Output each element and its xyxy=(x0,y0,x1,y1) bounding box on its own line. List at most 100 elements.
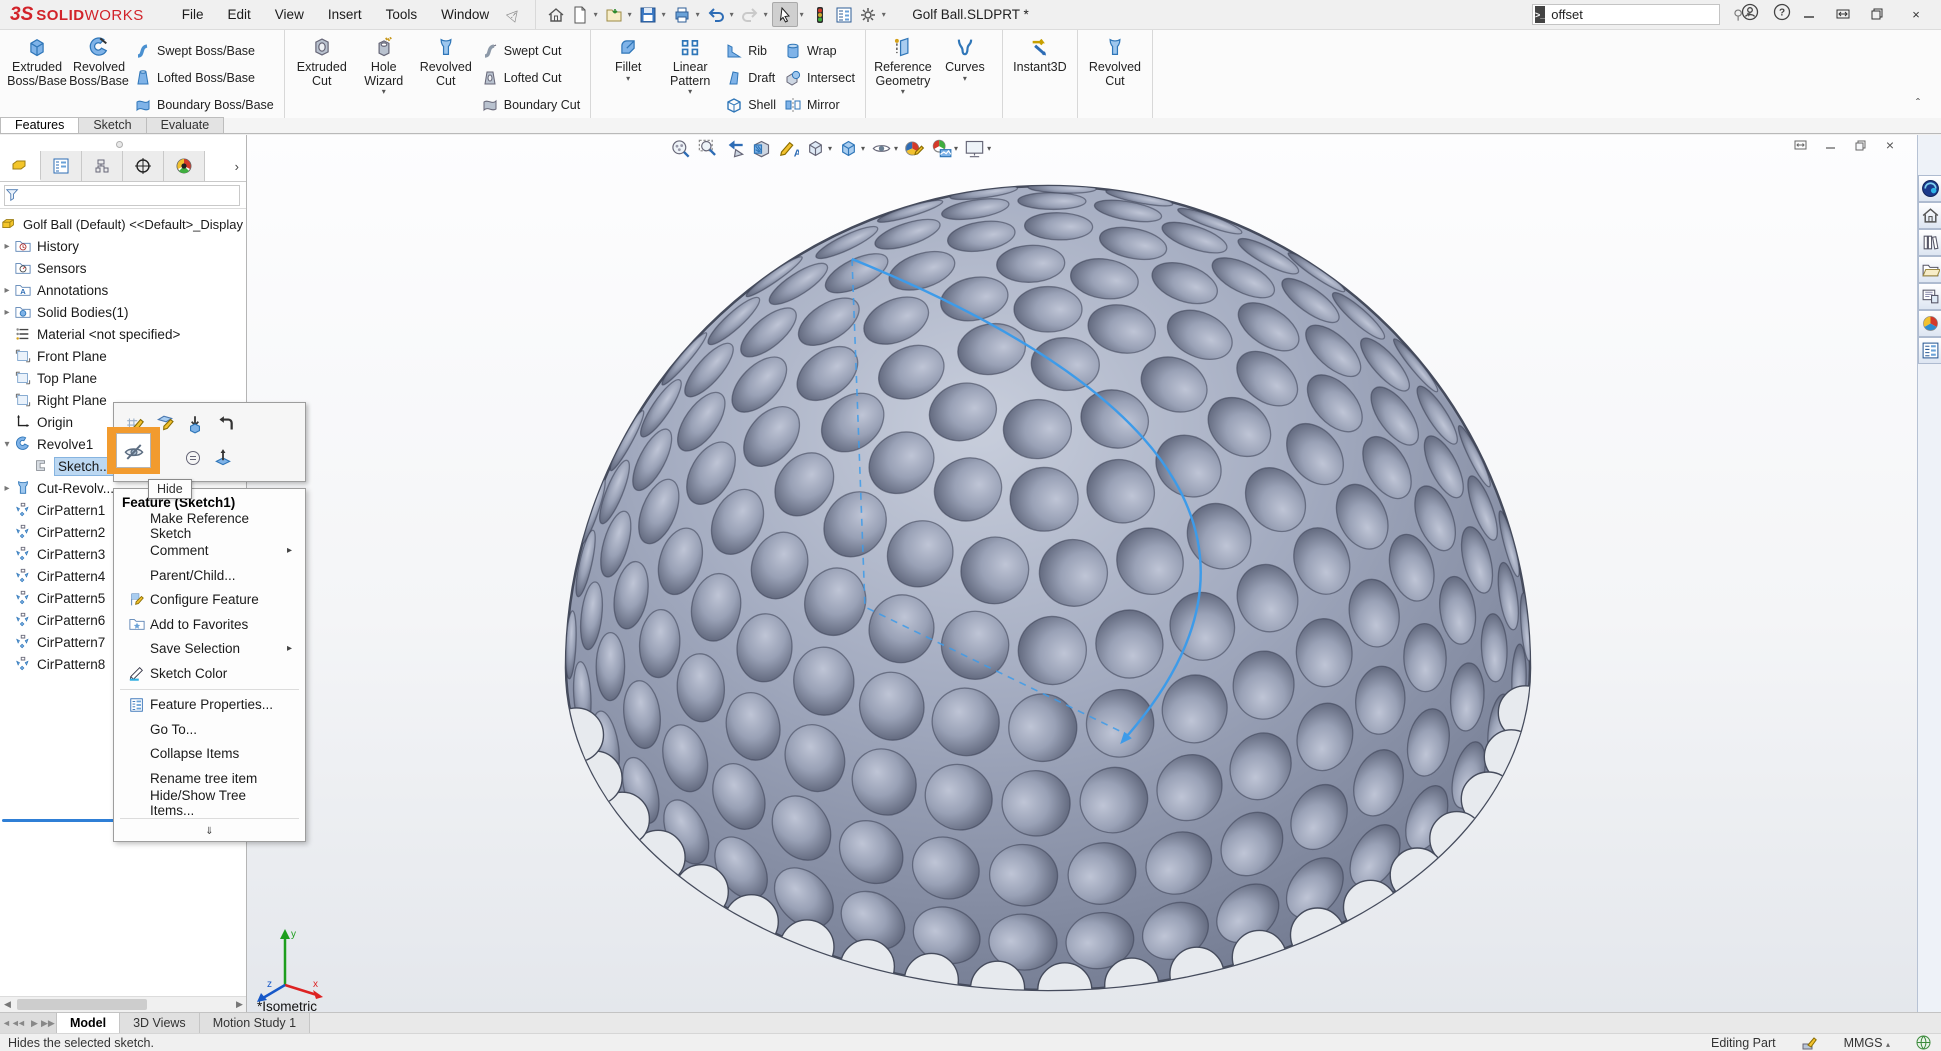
ribbon-revolved-cut-button[interactable]: Revolved Cut xyxy=(1084,33,1146,88)
redo-caret-icon[interactable]: ▾ xyxy=(764,10,768,19)
options-list-icon[interactable] xyxy=(832,2,856,27)
ribbon-linear-pattern-button[interactable]: Linear Pattern▾ xyxy=(659,33,721,98)
menu-item-sketch-color[interactable]: Sketch Color xyxy=(114,661,305,686)
ribbon-shell-button[interactable]: Shell xyxy=(721,91,780,118)
scrollbar-thumb[interactable] xyxy=(17,999,147,1010)
save-icon[interactable] xyxy=(636,2,660,27)
ribbon-rib-button[interactable]: Rib xyxy=(721,37,780,64)
comment-bubble-button[interactable] xyxy=(178,443,208,473)
hide-show-items-button[interactable]: ▾ xyxy=(868,137,901,160)
doc-tab-motion-study-1[interactable]: Motion Study 1 xyxy=(200,1013,310,1033)
save-caret-icon[interactable]: ▾ xyxy=(662,10,666,19)
select-cursor-icon[interactable] xyxy=(772,2,798,27)
design-library-button[interactable] xyxy=(1918,229,1941,256)
expander-icon[interactable]: ▸ xyxy=(0,241,14,252)
ribbon-boundary-cut-button[interactable]: Boundary Cut xyxy=(477,91,584,118)
file-explorer-button[interactable] xyxy=(1918,256,1941,283)
zoom-area-button[interactable] xyxy=(694,137,721,160)
redo-icon[interactable] xyxy=(738,2,762,27)
fm-display-tab[interactable] xyxy=(164,151,205,181)
tree-item-history[interactable]: ▸History xyxy=(0,235,247,257)
span-displays-button[interactable] xyxy=(1826,0,1860,28)
ribbon-swept-cut-button[interactable]: Swept Cut xyxy=(477,37,584,64)
panel-horizontal-scrollbar[interactable]: ◀ ▶ xyxy=(0,996,247,1012)
fm-config-tab[interactable] xyxy=(82,151,123,181)
menu-item-go-to-[interactable]: Go To... xyxy=(114,717,305,742)
open-doc-icon[interactable] xyxy=(602,2,626,27)
hide-button[interactable] xyxy=(116,433,151,468)
view-orientation-button[interactable]: ▾ xyxy=(802,137,835,160)
menu-item-feature-properties-[interactable]: Feature Properties... xyxy=(114,693,305,718)
globe-status-icon[interactable] xyxy=(1916,1035,1931,1050)
tab-features[interactable]: Features xyxy=(0,117,79,133)
ribbon-boundary-boss-base-button[interactable]: Boundary Boss/Base xyxy=(130,91,278,118)
panel-expand-chevron-icon[interactable]: › xyxy=(205,151,247,181)
search-input[interactable] xyxy=(1545,7,1733,22)
ribbon-wrap-button[interactable]: Wrap xyxy=(780,37,859,64)
select-cursor-caret-icon[interactable]: ▾ xyxy=(800,10,804,19)
settings-gear-caret-icon[interactable]: ▾ xyxy=(882,10,886,19)
tree-root-item[interactable]: Golf Ball (Default) <<Default>_Display S… xyxy=(0,213,247,235)
menu-item-save-selection[interactable]: Save Selection▸ xyxy=(114,637,305,662)
ribbon-revolved-cut-button[interactable]: Revolved Cut xyxy=(415,33,477,88)
settings-gear-icon[interactable] xyxy=(856,2,880,27)
apply-scene-button[interactable]: ▾ xyxy=(928,137,961,160)
menu-edit[interactable]: Edit xyxy=(216,0,263,29)
expander-icon[interactable]: ▾ xyxy=(0,439,14,450)
previous-view-button[interactable] xyxy=(721,137,748,160)
view-palette-button[interactable] xyxy=(1918,283,1941,310)
ribbon-intersect-button[interactable]: Intersect xyxy=(780,64,859,91)
section-view-button[interactable] xyxy=(748,137,775,160)
search-box[interactable]: >_ ⚲ ▾ xyxy=(1532,4,1720,25)
home-icon[interactable] xyxy=(544,2,568,27)
undo-icon[interactable] xyxy=(704,2,728,27)
tree-item-top-plane[interactable]: Top Plane xyxy=(0,367,247,389)
menu-tools[interactable]: Tools xyxy=(374,0,430,29)
menu-item-configure-feature[interactable]: Configure Feature xyxy=(114,588,305,613)
menu-item-collapse-items[interactable]: Collapse Items xyxy=(114,742,305,767)
ribbon-draft-button[interactable]: Draft xyxy=(721,64,780,91)
expander-icon[interactable]: ▸ xyxy=(0,307,14,318)
normal-to-button[interactable] xyxy=(208,443,238,473)
first-tab-icon[interactable]: ◄◄ xyxy=(2,1018,15,1028)
zoom-fit-button[interactable] xyxy=(667,137,694,160)
pin-icon[interactable]: ⚠ xyxy=(503,3,525,25)
ribbon-instant3d-button[interactable]: Instant3D xyxy=(1009,33,1071,75)
doc-span-icon[interactable] xyxy=(1785,135,1815,155)
tab-evaluate[interactable]: Evaluate xyxy=(146,117,225,133)
tree-item-sensors[interactable]: Sensors xyxy=(0,257,247,279)
doc-restore-icon[interactable] xyxy=(1845,135,1875,155)
ribbon-reference-geometry-button[interactable]: Reference Geometry▾ xyxy=(872,33,934,98)
rollback-button[interactable] xyxy=(180,409,210,439)
ribbon-swept-boss-base-button[interactable]: Swept Boss/Base xyxy=(130,37,278,64)
user-account-icon[interactable] xyxy=(1741,3,1759,21)
expander-icon[interactable]: ▸ xyxy=(0,483,14,494)
tree-item-annotations[interactable]: ▸AAnnotations xyxy=(0,279,247,301)
tree-item-material-not-specified-[interactable]: Material <not specified> xyxy=(0,323,247,345)
doc-tab-3d-views[interactable]: 3D Views xyxy=(120,1013,200,1033)
close-button[interactable]: × xyxy=(1899,0,1933,28)
scroll-right-icon[interactable]: ▶ xyxy=(232,997,247,1012)
panel-splitter-handle[interactable] xyxy=(116,141,123,148)
menu-view[interactable]: View xyxy=(263,0,316,29)
next-tab-icon[interactable]: ▶ xyxy=(28,1018,41,1029)
menu-item-add-to-favorites[interactable]: Add to Favorites xyxy=(114,612,305,637)
collapse-ribbon-chevron-icon[interactable]: ˆ xyxy=(1903,96,1933,116)
context-menu-expand-chevron-icon[interactable]: ⇓ xyxy=(114,822,305,839)
ribbon-hole-wizard-button[interactable]: Hole Wizard▾ xyxy=(353,33,415,98)
ribbon-extruded-boss-base-button[interactable]: Extruded Boss/Base xyxy=(6,33,68,88)
home-pane-button[interactable] xyxy=(1918,202,1941,229)
last-tab-icon[interactable]: ▶▶ xyxy=(41,1018,54,1029)
ribbon-revolved-boss-base-button[interactable]: Revolved Boss/Base xyxy=(68,33,130,88)
tree-item-solid-bodies-1-[interactable]: ▸Solid Bodies(1) xyxy=(0,301,247,323)
fm-property-tab[interactable] xyxy=(41,151,82,181)
fm-part-tab[interactable] xyxy=(0,151,41,181)
expander-icon[interactable]: ▸ xyxy=(0,285,14,296)
doc-close-icon[interactable]: × xyxy=(1875,135,1905,155)
annotation-visibility-button[interactable]: A xyxy=(775,137,802,160)
custom-properties-button[interactable] xyxy=(1918,337,1941,364)
ribbon-lofted-boss-base-button[interactable]: Lofted Boss/Base xyxy=(130,64,278,91)
edit-appearance-button[interactable] xyxy=(901,137,928,160)
ribbon-extruded-cut-button[interactable]: Extruded Cut xyxy=(291,33,353,88)
doc-minimize-icon[interactable] xyxy=(1815,135,1845,155)
